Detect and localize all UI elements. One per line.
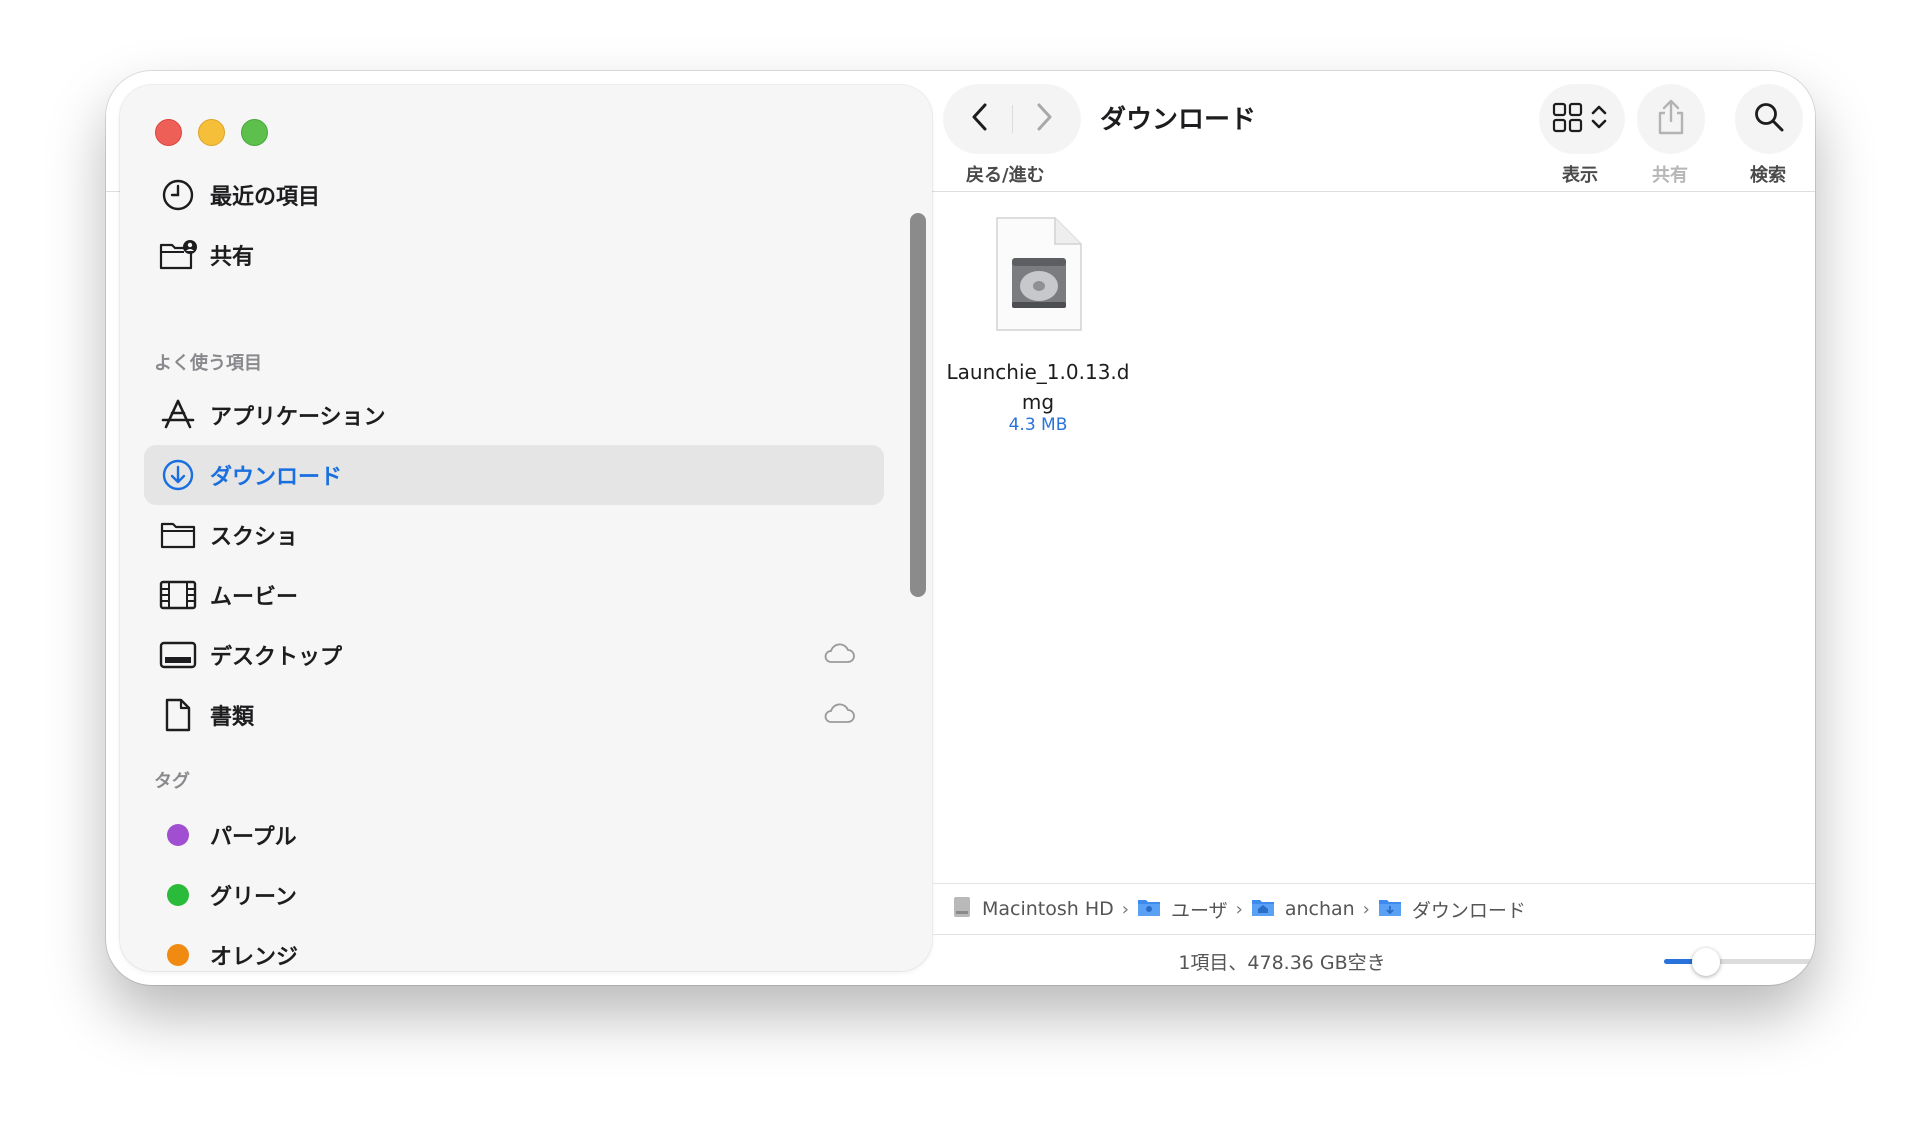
sidebar-item-label: グリーン [210,885,297,910]
disk-image-icon [995,216,1083,336]
desktop-icon [158,635,198,675]
icon-size-slider[interactable] [1664,948,1812,976]
sidebar-item-screenshots[interactable]: スクショ [144,505,884,565]
forward-button[interactable] [1024,99,1064,139]
status-bar: 1項目、478.36 GB空き [932,935,1815,985]
sidebar-item-documents[interactable]: 書類 [144,685,884,745]
chevron-right-icon: › [1121,898,1129,920]
document-icon [158,695,198,735]
chevron-left-icon [969,102,991,136]
status-text: 1項目、478.36 GB空き [1178,952,1386,974]
sidebar-item-recents[interactable]: 最近の項目 [144,165,884,225]
hard-drive-icon [952,896,972,923]
film-icon [158,575,198,615]
share-icon [1655,98,1687,140]
back-forward-control [944,85,1080,153]
path-bar: Macintosh HD › ユーザ › anchan › ダウンロード [932,883,1815,935]
grid-view-icon [1551,100,1613,138]
minimize-window-button[interactable] [198,119,225,146]
home-folder-icon [1251,897,1275,922]
icloud-icon [822,701,856,731]
path-crumb-users[interactable]: ユーザ [1137,896,1228,923]
sidebar-item-label: ダウンロード [210,465,343,490]
path-crumb-label: ダウンロード [1411,899,1526,922]
path-crumb-home[interactable]: anchan [1251,897,1355,922]
nav-separator [1012,105,1013,133]
file-name: Launchie_1.0.13.dmg [946,360,1130,414]
sidebar-item-movies[interactable]: ムービー [144,565,884,625]
sidebar-section-tags: タグ [154,771,190,792]
downloads-folder-icon [1378,897,1402,922]
download-icon [158,455,198,495]
maximize-window-button[interactable] [241,119,268,146]
path-crumb-macintosh-hd[interactable]: Macintosh HD [952,896,1114,923]
sidebar-tag-orange[interactable]: オレンジ [144,925,884,971]
back-forward-caption: 戻る/進む [966,165,1045,186]
search-caption: 検索 [1750,165,1786,186]
path-crumb-label: anchan [1284,898,1355,920]
chevron-right-icon [1033,102,1055,136]
sidebar-item-label: アプリケーション [210,405,386,430]
sidebar-item-label: パープル [210,825,297,850]
view-caption: 表示 [1562,165,1598,186]
users-folder-icon [1137,897,1161,922]
path-crumb-label: Macintosh HD [982,898,1114,920]
share-button[interactable] [1638,85,1704,153]
sidebar-item-label: 共有 [210,245,255,270]
chevron-right-icon: › [1235,898,1243,920]
search-icon [1753,101,1785,137]
file-size: 4.3 MB [1008,415,1068,435]
share-caption: 共有 [1652,165,1688,186]
sidebar-item-downloads[interactable]: ダウンロード [144,445,884,505]
sidebar-item-label: デスクトップ [210,645,343,670]
sidebar-item-label: オレンジ [210,945,299,970]
applications-icon [158,395,198,435]
sidebar-item-label: 最近の項目 [210,185,321,210]
shared-folder-icon [158,235,198,275]
orange-tag-dot [167,944,189,966]
sidebar-item-label: ムービー [210,585,299,610]
sidebar: 最近の項目 共有 よく使う項目 アプリケーション ダウンロード スクショ ムービ… [120,85,932,971]
sidebar-item-label: 書類 [210,705,255,730]
path-crumb-downloads[interactable]: ダウンロード [1378,896,1526,923]
sidebar-tag-green[interactable]: グリーン [144,865,884,925]
sidebar-item-desktop[interactable]: デスクトップ [144,625,884,685]
sidebar-tag-purple[interactable]: パープル [144,805,884,865]
sidebar-item-applications[interactable]: アプリケーション [144,385,884,445]
finder-window: 最近の項目 共有 よく使う項目 アプリケーション ダウンロード スクショ ムービ… [106,71,1815,985]
purple-tag-dot [167,824,189,846]
path-crumb-label: ユーザ [1170,899,1228,922]
slider-knob[interactable] [1691,948,1720,976]
search-button[interactable] [1736,85,1802,153]
window-title: ダウンロード [1100,105,1257,135]
close-window-button[interactable] [155,119,182,146]
folder-icon [158,515,198,555]
clock-icon [158,175,198,215]
back-button[interactable] [960,99,1000,139]
chevron-right-icon: › [1362,898,1370,920]
green-tag-dot [167,884,189,906]
sidebar-section-favorites: よく使う項目 [154,353,262,374]
sidebar-item-label: スクショ [210,525,299,550]
icloud-icon [822,641,856,671]
view-button[interactable] [1540,85,1624,153]
sidebar-scrollbar-thumb[interactable] [910,213,926,597]
sidebar-item-shared[interactable]: 共有 [144,225,884,285]
